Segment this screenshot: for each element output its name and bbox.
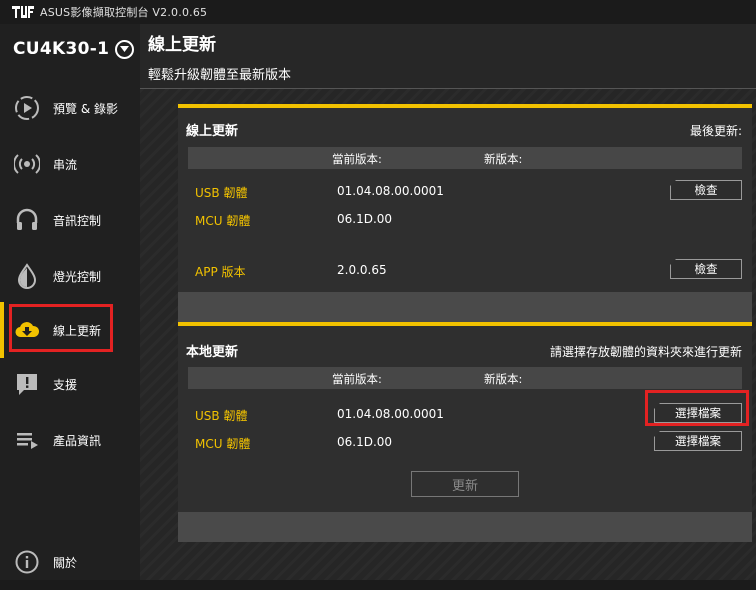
tuf-logo-icon bbox=[12, 4, 34, 20]
col-new-version: 新版本: bbox=[484, 152, 523, 166]
sidebar: CU4K30-1 預覽 & 錄影 串流 音訊控制 燈光控制 線上更新 支援 產品… bbox=[0, 24, 140, 580]
local-update-card: 本地更新 請選擇存放韌體的資料夾來進行更新 當前版本: 新版本: USB 韌體 … bbox=[178, 322, 752, 542]
app-check-button[interactable]: 檢查 bbox=[670, 259, 742, 279]
chevron-down-icon[interactable] bbox=[115, 39, 135, 59]
local-table-header: 當前版本: 新版本: bbox=[188, 367, 742, 389]
broadcast-icon bbox=[13, 150, 41, 178]
sidebar-item-label: 預覽 & 錄影 bbox=[53, 101, 118, 116]
sidebar-item-label: 串流 bbox=[53, 157, 78, 172]
app-title: ASUS影像擷取控制台 V2.0.0.65 bbox=[40, 6, 208, 19]
usb-firmware-label: USB 韌體 bbox=[195, 409, 248, 423]
usb-firmware-label: USB 韌體 bbox=[195, 186, 248, 200]
online-card-footer bbox=[178, 292, 752, 322]
update-button[interactable]: 更新 bbox=[411, 471, 519, 497]
sidebar-item-about[interactable]: 關於 bbox=[0, 534, 140, 590]
play-circle-icon bbox=[13, 94, 41, 122]
col-new-version: 新版本: bbox=[484, 372, 523, 386]
info-icon bbox=[13, 548, 41, 576]
sidebar-item-preview-record[interactable]: 預覽 & 錄影 bbox=[0, 80, 140, 136]
mcu-select-file-button[interactable]: 選擇檔案 bbox=[654, 431, 742, 451]
page-title: 線上更新 bbox=[148, 35, 216, 55]
sidebar-item-streaming[interactable]: 串流 bbox=[0, 136, 140, 192]
sidebar-item-label: 關於 bbox=[53, 555, 78, 570]
title-bar: ASUS影像擷取控制台 V2.0.0.65 bbox=[0, 0, 756, 24]
light-drop-icon bbox=[13, 262, 41, 290]
device-name: CU4K30-1 bbox=[13, 39, 110, 59]
usb-check-button[interactable]: 檢查 bbox=[670, 180, 742, 200]
sidebar-item-product-info[interactable]: 產品資訊 bbox=[0, 412, 140, 468]
highlight-box-sidebar bbox=[9, 304, 113, 352]
mcu-firmware-label: MCU 韌體 bbox=[195, 437, 251, 451]
local-update-hint: 請選擇存放韌體的資料夾來進行更新 bbox=[549, 345, 742, 359]
active-indicator bbox=[0, 302, 4, 358]
online-update-card: 線上更新 最後更新: 當前版本: 新版本: USB 韌體 01.04.08.00… bbox=[178, 104, 752, 322]
sidebar-item-lighting[interactable]: 燈光控制 bbox=[0, 248, 140, 304]
support-chat-icon bbox=[13, 370, 41, 398]
local-update-title: 本地更新 bbox=[186, 345, 239, 360]
highlight-box-select-file bbox=[645, 390, 749, 426]
main-panel: 線上更新 輕鬆升級韌體至最新版本 線上更新 最後更新: 當前版本: 新版本: U… bbox=[140, 24, 756, 580]
mcu-firmware-current: 06.1D.00 bbox=[337, 435, 393, 449]
app-version-label: APP 版本 bbox=[195, 265, 246, 279]
mcu-firmware-current: 06.1D.00 bbox=[337, 212, 393, 226]
online-table-header: 當前版本: 新版本: bbox=[188, 147, 742, 169]
headphones-icon bbox=[13, 206, 41, 234]
last-update-label: 最後更新: bbox=[689, 124, 742, 138]
sidebar-item-audio[interactable]: 音訊控制 bbox=[0, 192, 140, 248]
local-card-footer bbox=[178, 512, 752, 542]
col-current-version: 當前版本: bbox=[332, 152, 382, 166]
sidebar-item-label: 支援 bbox=[53, 377, 78, 392]
app-version-current: 2.0.0.65 bbox=[337, 263, 387, 277]
sidebar-item-label: 產品資訊 bbox=[53, 433, 102, 448]
sidebar-item-label: 燈光控制 bbox=[53, 269, 102, 284]
mcu-firmware-label: MCU 韌體 bbox=[195, 214, 251, 228]
sidebar-item-support[interactable]: 支援 bbox=[0, 356, 140, 412]
product-info-icon bbox=[13, 426, 41, 454]
device-selector[interactable]: CU4K30-1 bbox=[13, 39, 135, 59]
page-header: 線上更新 輕鬆升級韌體至最新版本 bbox=[140, 24, 756, 88]
usb-firmware-current: 01.04.08.00.0001 bbox=[337, 184, 444, 198]
page-subtitle: 輕鬆升級韌體至最新版本 bbox=[148, 68, 292, 83]
sidebar-item-label: 音訊控制 bbox=[53, 213, 102, 228]
usb-firmware-current: 01.04.08.00.0001 bbox=[337, 407, 444, 421]
online-update-title: 線上更新 bbox=[186, 124, 239, 139]
col-current-version: 當前版本: bbox=[332, 372, 382, 386]
